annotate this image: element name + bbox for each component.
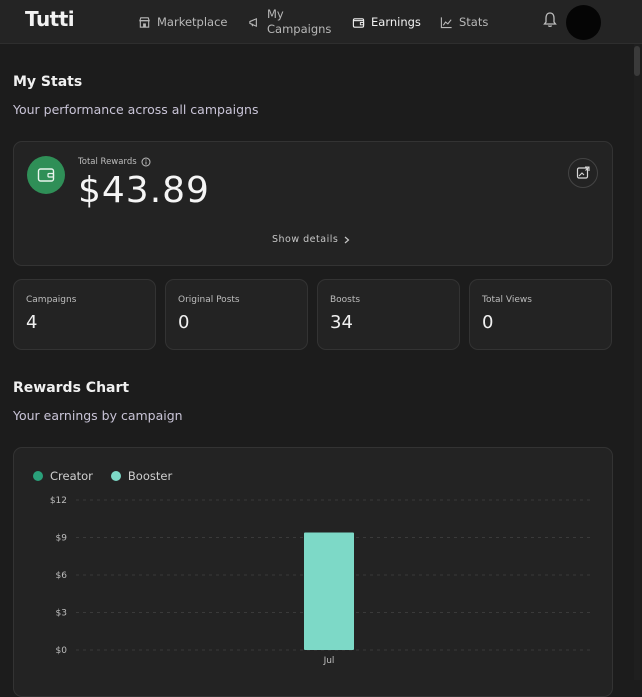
chart-title: Rewards Chart xyxy=(13,380,130,396)
chevron-right-icon xyxy=(344,236,350,243)
store-icon xyxy=(139,16,150,28)
export-button[interactable] xyxy=(568,158,598,188)
total-rewards-card: Total Rewards $43.89 Show details xyxy=(13,141,613,266)
nav-my-campaigns[interactable]: My Campaigns xyxy=(248,0,331,44)
show-details-link[interactable]: Show details xyxy=(272,234,350,245)
stat-card-campaigns: Campaigns 4 xyxy=(13,279,156,350)
stat-label: Total Views xyxy=(482,295,532,305)
scrollbar[interactable] xyxy=(634,44,640,680)
y-tick-label: $12 xyxy=(50,496,67,506)
stats-subtitle: Your performance across all campaigns xyxy=(13,102,259,117)
nav-earnings-label: Earnings xyxy=(371,15,421,29)
chart-subtitle: Your earnings by campaign xyxy=(13,408,183,423)
nav-stats[interactable]: Stats xyxy=(440,0,488,44)
nav-marketplace-label: Marketplace xyxy=(157,15,228,29)
scrollbar-thumb[interactable] xyxy=(634,46,640,76)
stat-value: 0 xyxy=(178,312,190,333)
stat-card-original-posts: Original Posts 0 xyxy=(165,279,308,350)
nav-earnings[interactable]: Earnings xyxy=(352,0,421,44)
stat-card-total-views: Total Views 0 xyxy=(469,279,612,350)
logo[interactable]: Tutti xyxy=(25,7,75,31)
nav-my-campaigns-line1: My xyxy=(267,7,284,21)
total-rewards-amount: $43.89 xyxy=(78,170,210,211)
stat-label: Original Posts xyxy=(178,295,240,305)
x-tick-label: Jul xyxy=(323,656,335,666)
avatar[interactable] xyxy=(566,5,601,40)
stat-card-boosts: Boosts 34 xyxy=(317,279,460,350)
y-tick-label: $0 xyxy=(56,646,68,656)
megaphone-icon xyxy=(249,17,257,27)
y-tick-label: $6 xyxy=(56,571,68,581)
top-nav: Tutti Marketplace My Campaigns Earnings xyxy=(0,0,642,44)
stat-label: Campaigns xyxy=(26,295,77,305)
wallet-icon xyxy=(352,17,365,28)
image-export-icon xyxy=(576,166,590,179)
stat-value: 34 xyxy=(330,312,353,333)
bar-booster xyxy=(304,532,354,650)
total-rewards-label: Total Rewards xyxy=(78,157,137,167)
bell-icon[interactable] xyxy=(542,11,558,29)
stat-value: 4 xyxy=(26,312,38,333)
y-tick-label: $9 xyxy=(56,534,68,544)
y-tick-label: $3 xyxy=(56,609,67,619)
rewards-chart-card: Creator Booster $0 $3 $6 $9 $12 Jul xyxy=(13,447,613,697)
line-chart-icon xyxy=(440,16,452,28)
total-rewards-label-row: Total Rewards xyxy=(78,157,151,167)
show-details-label: Show details xyxy=(272,234,339,245)
stat-label: Boosts xyxy=(330,295,361,305)
stats-title: My Stats xyxy=(13,74,83,90)
rewards-chart: $0 $3 $6 $9 $12 Jul xyxy=(50,496,594,666)
stat-value: 0 xyxy=(482,312,494,333)
info-icon[interactable] xyxy=(141,157,151,167)
nav-marketplace[interactable]: Marketplace xyxy=(138,0,227,44)
nav-stats-label: Stats xyxy=(459,15,489,29)
wallet-icon xyxy=(27,156,65,194)
nav-my-campaigns-line2: Campaigns xyxy=(267,22,332,36)
